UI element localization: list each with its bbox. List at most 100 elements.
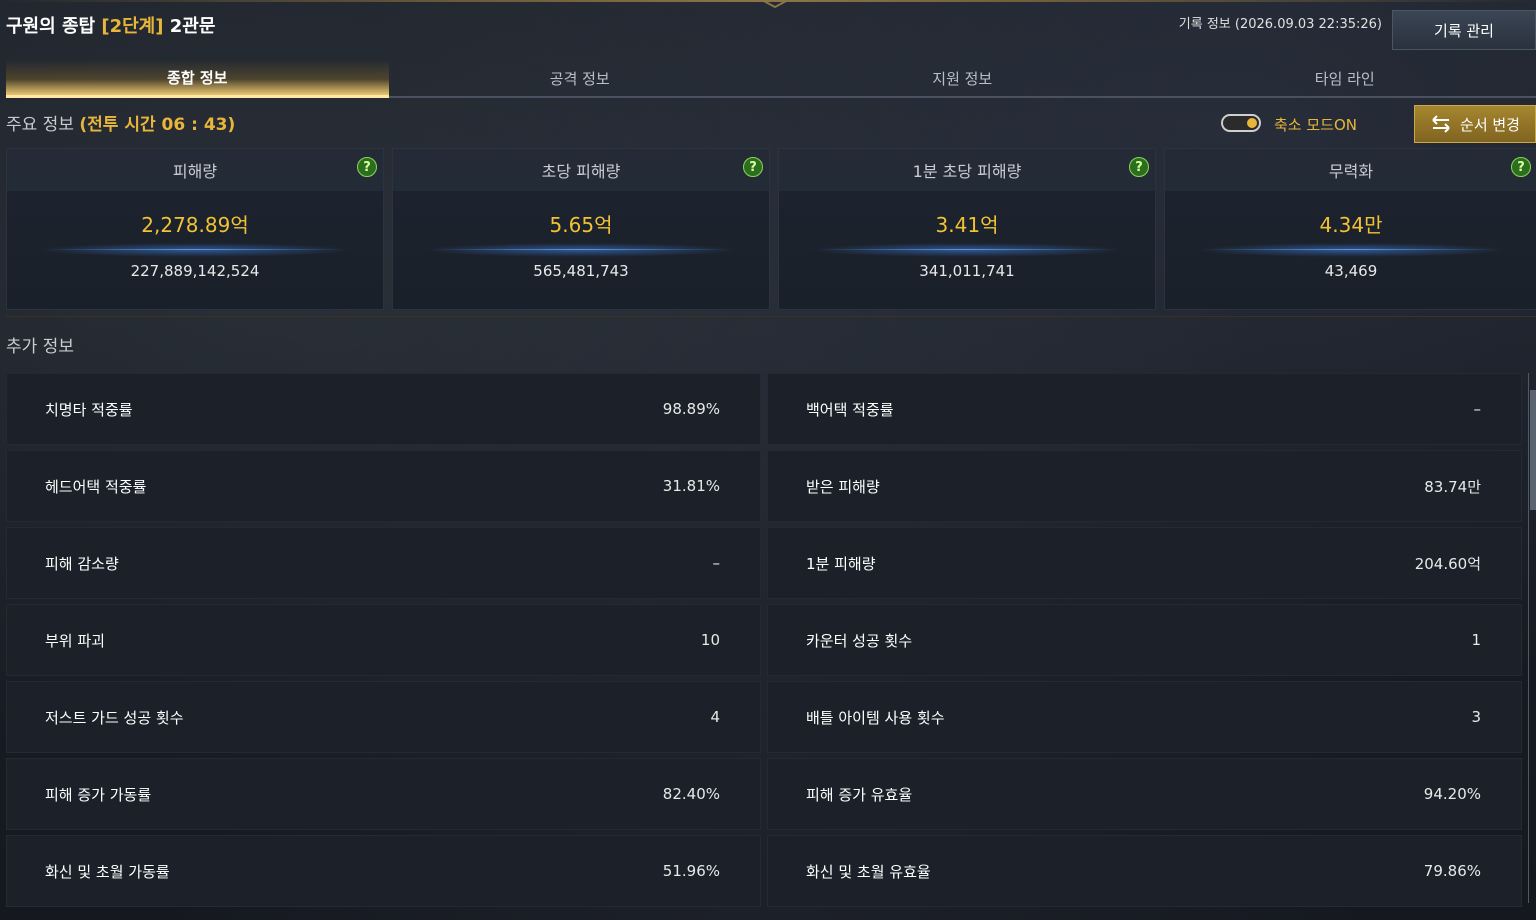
shrink-mode-label: 축소 모드ON: [1274, 116, 1357, 134]
card-glow-line: [1205, 249, 1497, 250]
stat-card-1min-dps: 1분 초당 피해량 ? 3.41억 341,011,741: [778, 148, 1156, 310]
card-value: 2,278.89억: [141, 213, 249, 237]
help-icon[interactable]: ?: [357, 157, 377, 177]
card-label: 1분 초당 피해량: [779, 149, 1155, 191]
card-glow: [423, 243, 739, 257]
order-change-button[interactable]: 순서 변경: [1414, 105, 1536, 143]
stat-value: 31.81%: [662, 477, 720, 495]
stat-cards: 피해량 ? 2,278.89억 227,889,142,524 초당 피해량 ?…: [6, 148, 1536, 312]
card-exact-value: 341,011,741: [919, 262, 1015, 280]
stat-value: –: [712, 554, 721, 572]
tab-bar: 종합 정보 공격 정보 지원 정보 타임 라인: [6, 60, 1536, 98]
tab-timeline[interactable]: 타임 라인: [1153, 60, 1536, 98]
card-glow-line: [47, 249, 343, 250]
card-value: 3.41억: [935, 213, 999, 237]
table-cell: 치명타 적중률 98.89%: [6, 373, 761, 445]
record-info: 기록 정보 (2026.09.03 22:35:26): [1178, 17, 1382, 32]
table-cell: 부위 파괴 10: [6, 604, 761, 676]
card-exact-value: 43,469: [1324, 262, 1378, 280]
stat-label: 받은 피해량: [806, 477, 880, 496]
help-icon[interactable]: ?: [1129, 157, 1149, 177]
stat-value: 82.40%: [662, 785, 720, 803]
main-info-label: 주요 정보: [6, 115, 74, 135]
stat-card-damage: 피해량 ? 2,278.89억 227,889,142,524: [6, 148, 384, 310]
stat-value: 79.86%: [1423, 862, 1481, 880]
table-cell: 저스트 가드 성공 횟수 4: [6, 681, 761, 753]
card-value: 5.65억: [549, 213, 613, 237]
help-icon[interactable]: ?: [1511, 157, 1531, 177]
stat-card-stagger: 무력화 ? 4.34만 43,469: [1164, 148, 1536, 310]
table-cell: 카운터 성공 횟수 1: [767, 604, 1522, 676]
battle-time: (전투 시간 06 : 43): [79, 115, 236, 135]
section-divider: [6, 316, 1536, 317]
title-stage: [2단계]: [101, 16, 164, 37]
stat-label: 백어택 적중률: [806, 400, 894, 419]
stat-label: 헤드어택 적중률: [45, 477, 147, 496]
card-glow-line: [819, 249, 1115, 250]
table-cell: 피해 감소량 –: [6, 527, 761, 599]
stat-label: 피해 증가 유효율: [806, 785, 913, 804]
stat-label: 부위 파괴: [45, 631, 105, 650]
page-title: 구원의 종탑 [2단계] 2관문: [6, 12, 215, 38]
title-suffix: 2관문: [169, 16, 216, 37]
stat-label: 피해 감소량: [45, 554, 119, 573]
stat-value: 4: [710, 708, 720, 726]
tab-support[interactable]: 지원 정보: [771, 60, 1154, 98]
stat-label: 피해 증가 가동률: [45, 785, 152, 804]
scrollbar-thumb[interactable]: [1530, 390, 1536, 510]
table-cell: 백어택 적중률 –: [767, 373, 1522, 445]
toggle-knob: [1247, 118, 1257, 128]
table-cell: 받은 피해량 83.74만: [767, 450, 1522, 522]
stat-value: 1: [1471, 631, 1481, 649]
card-value: 4.34만: [1319, 213, 1383, 237]
top-ornament-icon: [761, 0, 789, 8]
table-cell: 배틀 아이템 사용 횟수 3: [767, 681, 1522, 753]
stat-label: 화신 및 초월 유효율: [806, 862, 931, 881]
table-cell: 피해 증가 유효율 94.20%: [767, 758, 1522, 830]
extra-info-heading: 추가 정보: [6, 337, 74, 357]
stat-value: –: [1473, 400, 1482, 418]
record-manage-button[interactable]: 기록 관리: [1392, 10, 1536, 50]
tab-attack[interactable]: 공격 정보: [388, 60, 771, 98]
stat-value: 51.96%: [662, 862, 720, 880]
order-change-label: 순서 변경: [1460, 115, 1520, 134]
shrink-mode-toggle[interactable]: [1221, 114, 1261, 132]
card-label: 피해량: [7, 149, 383, 191]
table-row: 피해 증가 가동률 82.40% 피해 증가 유효율 94.20%: [6, 758, 1522, 830]
stat-label: 저스트 가드 성공 횟수: [45, 708, 184, 727]
stat-value: 94.20%: [1423, 785, 1481, 803]
extra-info-table: 치명타 적중률 98.89% 백어택 적중률 – 헤드어택 적중률 31.81% 받은…: [6, 373, 1522, 912]
stat-value: 204.60억: [1414, 554, 1481, 573]
card-exact-value: 565,481,743: [533, 262, 629, 280]
table-cell: 화신 및 초월 유효율 79.86%: [767, 835, 1522, 907]
stat-value: 83.74만: [1424, 477, 1481, 496]
stat-label: 1분 피해량: [806, 554, 876, 573]
card-label: 무력화: [1165, 149, 1536, 191]
help-icon[interactable]: ?: [743, 157, 763, 177]
title-prefix: 구원의 종탑: [6, 16, 96, 37]
stat-label: 배틀 아이템 사용 횟수: [806, 708, 945, 727]
tab-overview[interactable]: 종합 정보: [6, 60, 389, 98]
stat-value: 10: [700, 631, 720, 649]
card-label: 초당 피해량: [393, 149, 769, 191]
table-row: 화신 및 초월 가동률 51.96% 화신 및 초월 유효율 79.86%: [6, 835, 1522, 907]
table-cell: 헤드어택 적중률 31.81%: [6, 450, 761, 522]
table-cell: 피해 증가 가동률 82.40%: [6, 758, 761, 830]
card-exact-value: 227,889,142,524: [130, 262, 260, 280]
card-glow: [809, 243, 1125, 257]
table-row: 피해 감소량 – 1분 피해량 204.60억: [6, 527, 1522, 599]
table-cell: 화신 및 초월 가동률 51.96%: [6, 835, 761, 907]
table-cell: 1분 피해량 204.60억: [767, 527, 1522, 599]
stat-label: 카운터 성공 횟수: [806, 631, 913, 650]
card-glow: [37, 243, 353, 257]
card-glow: [1195, 243, 1507, 257]
main-info-heading: 주요 정보 (전투 시간 06 : 43): [6, 110, 235, 135]
stat-value: 98.89%: [662, 400, 720, 418]
card-glow-line: [433, 249, 729, 250]
stat-label: 화신 및 초월 가동률: [45, 862, 170, 881]
table-row: 부위 파괴 10 카운터 성공 횟수 1: [6, 604, 1522, 676]
swap-icon: [1432, 115, 1450, 133]
table-row: 치명타 적중률 98.89% 백어택 적중률 –: [6, 373, 1522, 445]
stat-card-dps: 초당 피해량 ? 5.65억 565,481,743: [392, 148, 770, 310]
stat-label: 치명타 적중률: [45, 400, 133, 419]
